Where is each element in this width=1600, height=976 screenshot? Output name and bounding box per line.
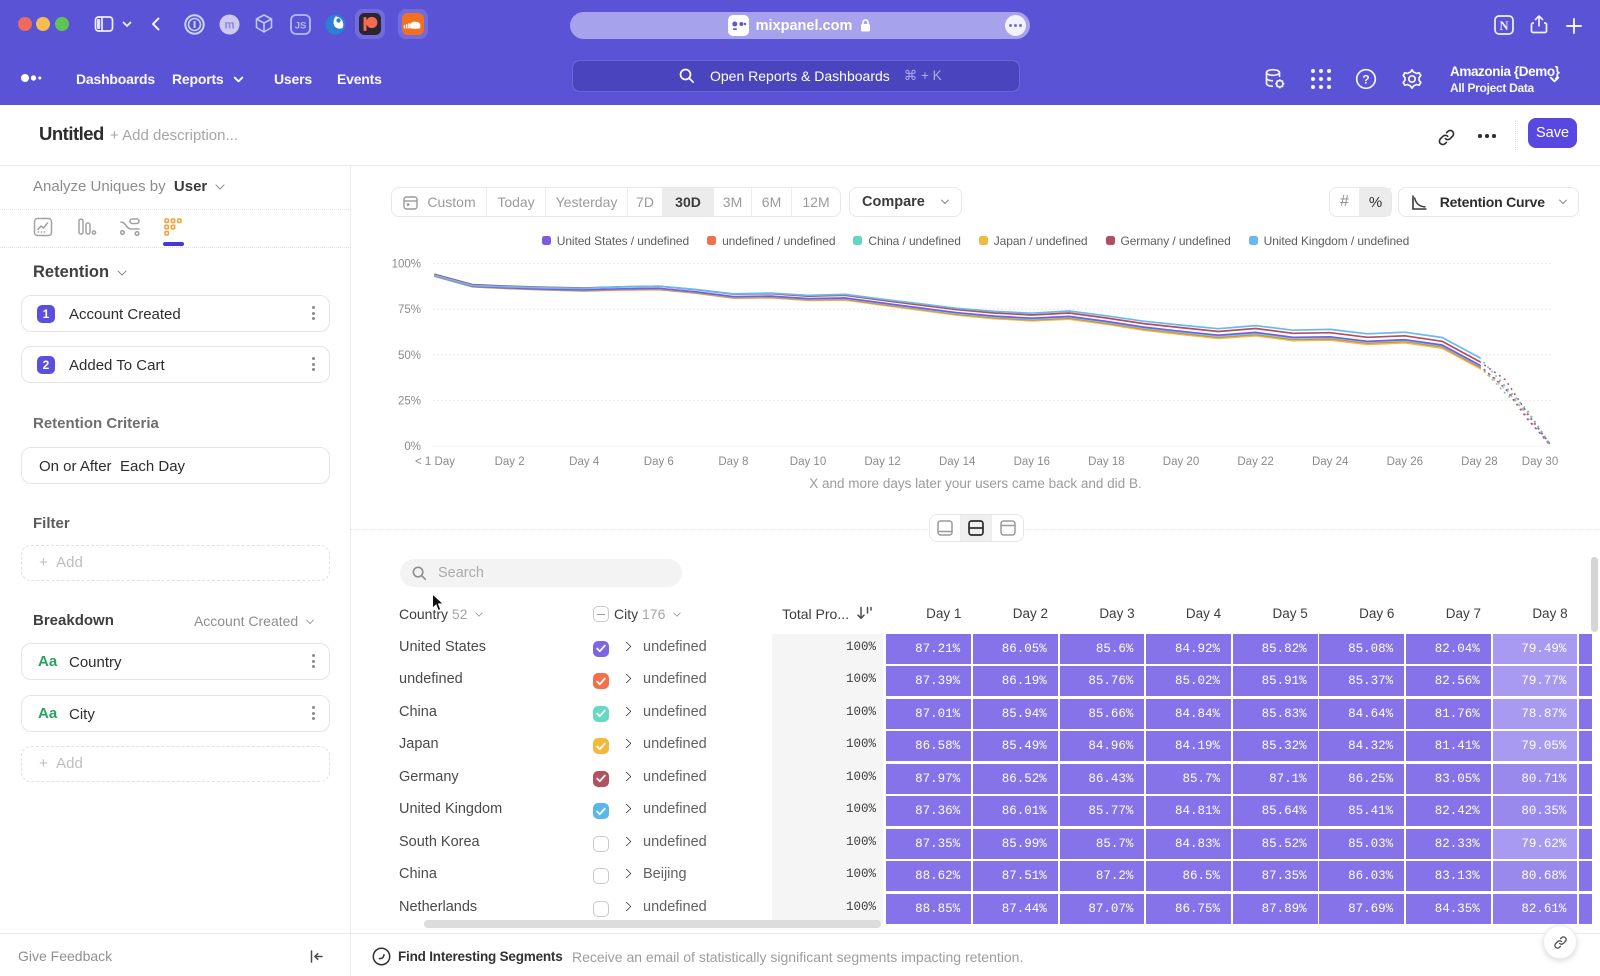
svg-text:JS: JS — [294, 20, 306, 31]
svg-text:Day 4: Day 4 — [569, 456, 600, 468]
svg-text:0%: 0% — [404, 441, 421, 453]
svg-text:< 1 Day: < 1 Day — [415, 456, 455, 468]
svg-text:?: ? — [1362, 72, 1369, 86]
svg-text:75%: 75% — [398, 304, 421, 316]
svg-text:Day 12: Day 12 — [864, 456, 900, 468]
svg-text:Day 2: Day 2 — [495, 456, 525, 468]
svg-text:Day 24: Day 24 — [1312, 456, 1349, 468]
svg-text:Day 30: Day 30 — [1522, 456, 1558, 468]
svg-text:Day 28: Day 28 — [1461, 456, 1497, 468]
svg-text:Day 18: Day 18 — [1088, 456, 1124, 468]
svg-text:Day 26: Day 26 — [1387, 456, 1423, 468]
svg-text:Day 10: Day 10 — [790, 456, 826, 468]
svg-text:50%: 50% — [398, 350, 421, 362]
svg-text:Day 20: Day 20 — [1163, 456, 1199, 468]
svg-text:Day 16: Day 16 — [1014, 456, 1050, 468]
svg-text:Day 14: Day 14 — [939, 456, 976, 468]
svg-text:25%: 25% — [398, 395, 421, 407]
svg-text:Day 22: Day 22 — [1237, 456, 1273, 468]
svg-text:m: m — [224, 19, 234, 31]
svg-text:100%: 100% — [392, 259, 421, 271]
svg-text:Day 6: Day 6 — [644, 456, 674, 468]
svg-text:Day 8: Day 8 — [718, 456, 748, 468]
svg-text:N: N — [1499, 19, 1508, 33]
